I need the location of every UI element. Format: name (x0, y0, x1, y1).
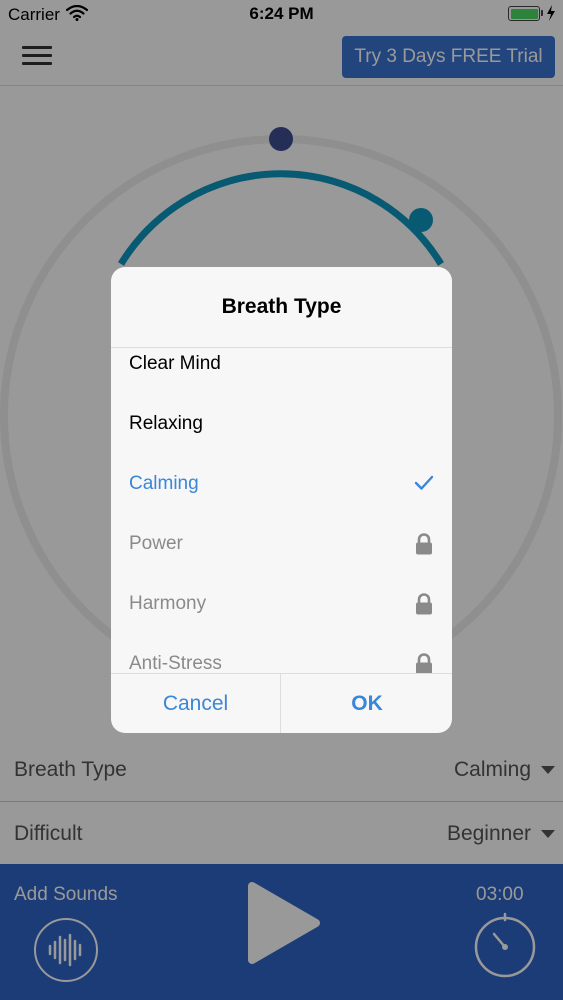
option-calming[interactable]: Calming (111, 453, 452, 513)
lock-icon (414, 533, 434, 560)
breath-type-list[interactable]: Clear Mind Relaxing Calming Power Harmon… (111, 348, 452, 673)
lock-icon (414, 653, 434, 673)
ok-button[interactable]: OK (282, 674, 452, 733)
option-label: Clear Mind (129, 353, 221, 374)
checkmark-icon (414, 475, 434, 496)
option-label: Harmony (129, 593, 207, 614)
lock-icon (414, 593, 434, 620)
cancel-button[interactable]: Cancel (111, 674, 281, 733)
breath-type-dialog: Breath Type Clear Mind Relaxing Calming … (111, 267, 452, 733)
option-label: Anti-Stress (129, 653, 222, 673)
option-anti-stress[interactable]: Anti-Stress (111, 633, 452, 673)
option-relaxing[interactable]: Relaxing (111, 393, 452, 453)
dialog-button-bar: Cancel OK (111, 673, 452, 733)
option-power[interactable]: Power (111, 513, 452, 573)
option-harmony[interactable]: Harmony (111, 573, 452, 633)
option-label: Power (129, 533, 183, 554)
option-clear-mind[interactable]: Clear Mind (111, 348, 452, 393)
dialog-title: Breath Type (221, 295, 342, 318)
option-label: Calming (129, 473, 199, 494)
option-label: Relaxing (129, 413, 203, 434)
